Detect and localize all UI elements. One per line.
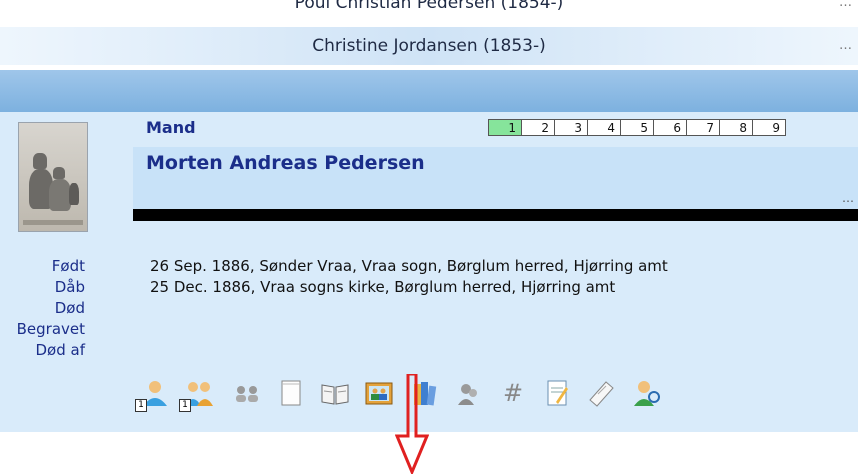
event-label-birth: Født bbox=[51, 257, 85, 275]
notepad-icon[interactable] bbox=[276, 378, 306, 408]
divider bbox=[133, 209, 858, 221]
person-search-icon[interactable] bbox=[632, 378, 662, 408]
name-box[interactable]: Morten Andreas Pedersen … bbox=[133, 147, 858, 209]
event-label-cause-of-death: Død af bbox=[35, 341, 86, 359]
event-label-death: Død bbox=[54, 299, 85, 317]
hash-icon[interactable]: # bbox=[498, 378, 528, 408]
photo-icon[interactable] bbox=[364, 378, 394, 408]
role-label: Mand bbox=[146, 118, 196, 137]
persons-gray-icon[interactable] bbox=[232, 378, 262, 408]
event-value-baptism[interactable]: 25 Dec. 1886, Vraa sogns kirke, Børglum … bbox=[150, 278, 615, 296]
paper-icon[interactable] bbox=[586, 378, 616, 408]
tab-9[interactable]: 9 bbox=[752, 119, 786, 136]
parent-mother-name: Christine Jordansen (1853-) bbox=[312, 36, 546, 56]
tab-1[interactable]: 1 bbox=[488, 119, 522, 136]
person-name: Morten Andreas Pedersen bbox=[146, 152, 425, 174]
person-icon[interactable]: 1 bbox=[135, 378, 170, 412]
badge-count: 1 bbox=[179, 399, 191, 412]
open-book-icon[interactable] bbox=[320, 378, 350, 408]
tab-6[interactable]: 6 bbox=[653, 119, 687, 136]
tab-8[interactable]: 8 bbox=[719, 119, 753, 136]
edit-icon[interactable]: … bbox=[839, 0, 852, 20]
down-arrow-annotation-icon bbox=[395, 374, 429, 474]
separator-bar bbox=[0, 70, 858, 112]
parent-father-name: Poul Christian Pedersen (1854-) bbox=[294, 0, 564, 13]
tab-5[interactable]: 5 bbox=[620, 119, 654, 136]
family-tabs: 1 2 3 4 5 6 7 8 9 bbox=[488, 119, 786, 136]
tab-3[interactable]: 3 bbox=[554, 119, 588, 136]
edit-icon[interactable]: … bbox=[839, 27, 852, 65]
event-label-burial: Begravet bbox=[16, 320, 85, 338]
tab-4[interactable]: 4 bbox=[587, 119, 621, 136]
tab-7[interactable]: 7 bbox=[686, 119, 720, 136]
person-photo[interactable] bbox=[18, 122, 88, 232]
person-panel: Mand 1 2 3 4 5 6 7 8 9 Morten Andreas Pe… bbox=[0, 112, 858, 474]
edit-icon[interactable]: … bbox=[842, 191, 854, 205]
family-icon[interactable]: 1 bbox=[179, 378, 214, 412]
document-icon[interactable] bbox=[542, 378, 572, 408]
event-value-birth[interactable]: 26 Sep. 1886, Sønder Vraa, Vraa sogn, Bø… bbox=[150, 257, 668, 275]
parent-mother-row[interactable]: Christine Jordansen (1853-) … bbox=[0, 27, 858, 65]
event-label-baptism: Dåb bbox=[54, 278, 85, 296]
badge-count: 1 bbox=[135, 399, 147, 412]
tab-2[interactable]: 2 bbox=[521, 119, 555, 136]
people-gray-icon[interactable] bbox=[454, 378, 484, 408]
parent-father-row[interactable]: Poul Christian Pedersen (1854-) … bbox=[0, 0, 858, 20]
